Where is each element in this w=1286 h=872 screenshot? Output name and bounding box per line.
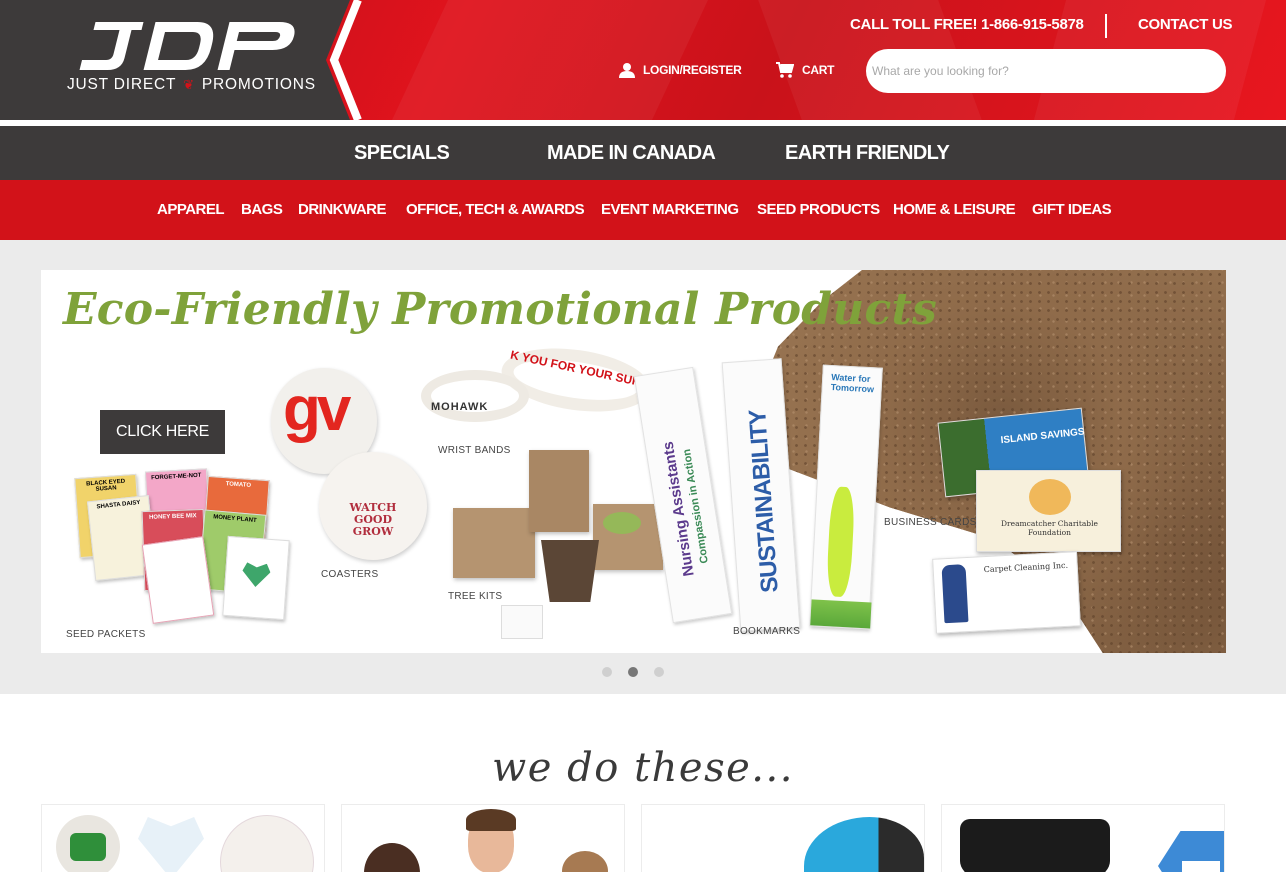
card-dreamcatcher-text: Dreamcatcher Charitable Foundation: [1001, 519, 1098, 537]
envelope-badge: [1158, 831, 1224, 872]
logo-tagline: JUST DIRECT ❦ PROMOTIONS: [67, 76, 316, 94]
nav-specials[interactable]: SPECIALS: [354, 142, 450, 165]
tile-seed-paper[interactable]: [41, 804, 325, 872]
tagline-left: JUST DIRECT: [67, 76, 176, 93]
tree-kit-box-logo: [593, 504, 663, 570]
seed-pouch: [501, 605, 543, 639]
label-wrist-bands: WRIST BANDS: [438, 445, 511, 456]
search-box: [866, 49, 1226, 93]
seed-packets-image: BLACK EYED SUSAN FORGET-ME-NOT TOMATO SH…: [74, 468, 297, 630]
eat-healthy-coaster: [56, 815, 120, 872]
tree-kit-box: [453, 508, 535, 578]
cart-label: CART: [802, 63, 835, 77]
bookmark-water-text: Water for Tomorrow: [830, 372, 875, 395]
tile-apparel[interactable]: [341, 804, 625, 872]
nav-apparel[interactable]: APPAREL: [157, 201, 225, 218]
trucker-cap: [804, 817, 924, 872]
maple-leaf-icon: ❦: [183, 77, 195, 92]
nav-gift-ideas[interactable]: GIFT IDEAS: [1032, 201, 1112, 218]
coaster-watch-text: WATCH GOOD GROW: [349, 501, 397, 538]
seed-card: [141, 536, 215, 624]
login-label: LOGIN/REGISTER: [643, 63, 742, 77]
seed-packet-label: BLACK EYED SUSAN: [86, 478, 126, 493]
nav-office-tech-awards[interactable]: OFFICE, TECH & AWARDS: [406, 201, 585, 218]
seed-packet-label: HONEY BEE MIX: [148, 513, 197, 521]
coaster-gv-text: gv: [283, 375, 351, 444]
medical-heart-coaster: [138, 817, 204, 872]
nav-seed-products[interactable]: SEED PRODUCTS: [757, 201, 880, 218]
model-head: [562, 851, 608, 872]
tagline-right: PROMOTIONS: [201, 76, 316, 93]
envelope-icon: [1182, 861, 1220, 872]
seed-packet-label: FORGET-ME-NOT: [150, 472, 202, 482]
face-mask: [960, 819, 1110, 872]
label-tree-kits: TREE KITS: [448, 591, 503, 602]
bookmark-leaf-icon: [825, 486, 856, 598]
hero-title: Eco-Friendly Promotional Products: [63, 284, 937, 335]
coaster-watch-good-grow: WATCH GOOD GROW: [319, 452, 427, 560]
nav-made-in-canada[interactable]: MADE IN CANADA: [547, 142, 716, 165]
bookmark-nursing: Nursing Assistants Compassion in Action: [633, 366, 733, 624]
nav-home-leisure[interactable]: HOME & LEISURE: [893, 201, 1016, 218]
bookmark-sustainability-text: SUSTAINABILITY: [744, 409, 784, 594]
tile-masks[interactable]: [941, 804, 1225, 872]
click-here-button[interactable]: CLICK HERE: [100, 410, 225, 454]
peat-pot: [541, 540, 599, 602]
bookmark-water: Water for Tomorrow: [809, 364, 883, 630]
slider-dot-3[interactable]: [654, 667, 664, 677]
business-card-carpet-cleaning: Carpet Cleaning Inc.: [932, 551, 1081, 634]
cart-icon: [776, 62, 794, 78]
dreamcatcher-logo-icon: [1029, 479, 1071, 515]
label-business-cards: BUSINESS CARDS: [884, 517, 977, 528]
watch-good-grow-coaster: [220, 815, 314, 872]
site-logo[interactable]: JUST DIRECT ❦ PROMOTIONS: [0, 0, 330, 120]
jdp-logo-mark: [79, 22, 295, 70]
contact-us-link[interactable]: CONTACT US: [1138, 16, 1233, 33]
eat-healthy-badge: [70, 833, 106, 861]
section-title: we do these...: [492, 745, 794, 791]
login-register-link[interactable]: LOGIN/REGISTER: [619, 62, 742, 78]
bookmark-grass: [810, 599, 872, 629]
business-card-dreamcatcher: Dreamcatcher Charitable Foundation: [976, 470, 1121, 552]
seed-card: [222, 535, 290, 621]
cart-link[interactable]: CART: [776, 62, 834, 78]
nav-event-marketing[interactable]: EVENT MARKETING: [601, 201, 739, 218]
model-hair: [466, 809, 516, 831]
search-input[interactable]: [866, 49, 1226, 93]
card-carpet-text: Carpet Cleaning Inc.: [983, 560, 1069, 575]
slider-dot-1[interactable]: [602, 667, 612, 677]
heart-icon: [241, 562, 271, 588]
category-nav: APPAREL BAGS DRINKWARE OFFICE, TECH & AW…: [0, 180, 1286, 240]
label-seed-packets: SEED PACKETS: [66, 629, 146, 640]
toll-free-link[interactable]: CALL TOLL FREE! 1-866-915-5878: [850, 16, 1084, 33]
header-divider: [1105, 14, 1107, 38]
nav-drinkware[interactable]: DRINKWARE: [298, 201, 387, 218]
primary-nav: SPECIALS MADE IN CANADA EARTH FRIENDLY: [0, 126, 1286, 180]
card-island-savings-text: ISLAND SAVINGS: [1000, 426, 1086, 447]
label-bookmarks: BOOKMARKS: [733, 626, 801, 637]
label-coasters: COASTERS: [321, 569, 379, 580]
site-header: JUST DIRECT ❦ PROMOTIONS CALL TOLL FREE!…: [0, 0, 1286, 120]
wristband-brand: MOHAWK: [431, 401, 489, 413]
user-icon: [619, 63, 635, 78]
tile-caps[interactable]: [641, 804, 925, 872]
slider-dot-2[interactable]: [628, 667, 638, 677]
nav-bags[interactable]: BAGS: [241, 201, 283, 218]
model-hair: [364, 843, 420, 872]
cleaner-figure-icon: [941, 564, 969, 624]
tree-kit-box-open: [529, 450, 589, 532]
wristband-mohawk: [421, 370, 529, 422]
hero-banner-slide[interactable]: Eco-Friendly Promotional Products CLICK …: [41, 270, 1226, 653]
seed-packet-label: TOMATO: [225, 481, 252, 489]
nav-earth-friendly[interactable]: EARTH FRIENDLY: [785, 142, 950, 165]
